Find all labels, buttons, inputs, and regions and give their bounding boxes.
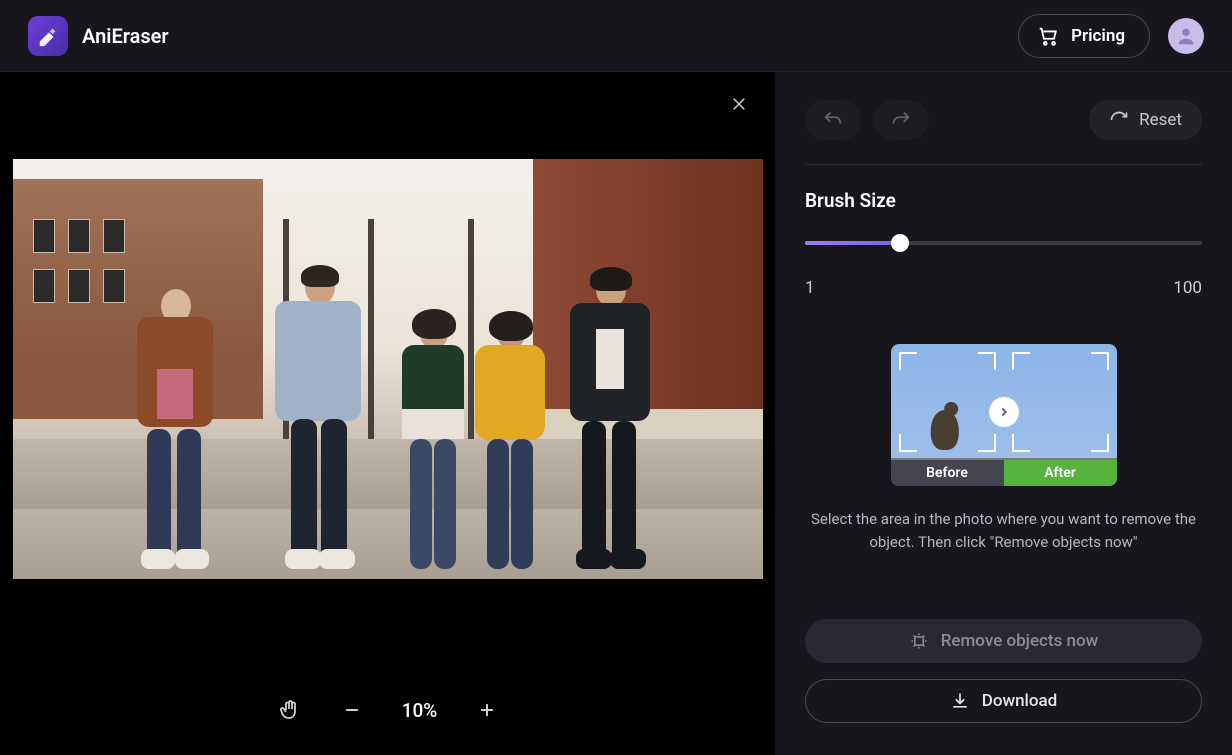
- redo-icon: [890, 109, 912, 131]
- magic-icon: [909, 631, 929, 651]
- zoom-value: 10%: [402, 699, 438, 722]
- zoom-out-button[interactable]: [342, 700, 362, 720]
- main-area: 10% Reset Brush Size: [0, 72, 1232, 755]
- canvas-viewport[interactable]: [0, 72, 775, 665]
- slider-max: 100: [1173, 278, 1202, 298]
- download-label: Download: [982, 691, 1058, 711]
- pan-tool-button[interactable]: [278, 697, 302, 723]
- minus-icon: [342, 700, 362, 720]
- preview-after-label: After: [1004, 460, 1117, 486]
- remove-objects-label: Remove objects now: [941, 631, 1099, 651]
- brush-size-slider[interactable]: [805, 234, 1202, 252]
- slider-range-labels: 1 100: [805, 278, 1202, 298]
- history-actions: Reset: [805, 100, 1202, 140]
- before-after-preview: Before After: [891, 344, 1117, 486]
- divider: [805, 164, 1202, 165]
- preview-after: After: [1004, 344, 1117, 486]
- refresh-icon: [1109, 110, 1129, 130]
- slider-min: 1: [805, 278, 815, 298]
- undo-icon: [822, 109, 844, 131]
- download-button[interactable]: Download: [805, 679, 1202, 723]
- app-header: AniEraser Pricing: [0, 0, 1232, 72]
- header-actions: Pricing: [1018, 14, 1204, 58]
- action-buttons: Remove objects now Download: [805, 619, 1202, 727]
- canvas-pane: 10%: [0, 72, 775, 755]
- canvas-toolbar: 10%: [0, 665, 775, 755]
- instructions-text: Select the area in the photo where you w…: [805, 508, 1202, 553]
- preview-arrow-icon: [989, 397, 1019, 427]
- preview-section: Before After Select the area in the phot…: [805, 344, 1202, 553]
- close-icon: [730, 95, 748, 113]
- brand-name: AniEraser: [82, 24, 169, 48]
- reset-label: Reset: [1139, 110, 1182, 130]
- remove-objects-button[interactable]: Remove objects now: [805, 619, 1202, 663]
- undo-button[interactable]: [805, 100, 861, 140]
- download-icon: [950, 691, 970, 711]
- editing-image[interactable]: [13, 159, 763, 579]
- hand-icon: [278, 697, 302, 723]
- slider-thumb[interactable]: [891, 234, 909, 252]
- redo-button[interactable]: [873, 100, 929, 140]
- preview-before: Before: [891, 344, 1004, 486]
- user-icon: [1175, 25, 1197, 47]
- side-panel: Reset Brush Size 1 100 Before: [775, 72, 1232, 755]
- slider-fill: [805, 241, 900, 245]
- cart-icon: [1037, 25, 1059, 47]
- pricing-button[interactable]: Pricing: [1018, 14, 1150, 58]
- zoom-in-button[interactable]: [477, 700, 497, 720]
- reset-button[interactable]: Reset: [1089, 100, 1202, 140]
- close-button[interactable]: [725, 90, 753, 118]
- app-logo-icon: [28, 16, 68, 56]
- brand[interactable]: AniEraser: [28, 16, 169, 56]
- user-avatar[interactable]: [1168, 18, 1204, 54]
- preview-before-label: Before: [891, 460, 1004, 486]
- brush-size-title: Brush Size: [805, 189, 1202, 212]
- plus-icon: [477, 700, 497, 720]
- pricing-label: Pricing: [1071, 26, 1125, 46]
